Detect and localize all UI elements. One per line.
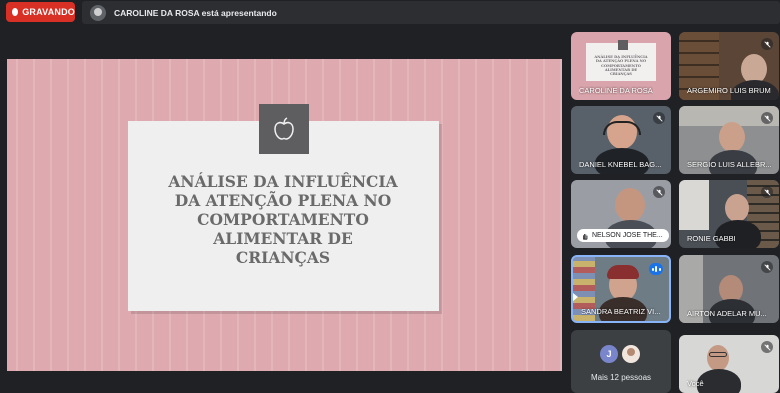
- participant-name: RONIE GABBI: [687, 234, 736, 243]
- mic-off-icon: [761, 38, 773, 50]
- slide-title-line: DA ATENÇÃO PLENA NO: [174, 191, 392, 210]
- self-view-tile[interactable]: Você: [679, 335, 779, 393]
- mic-off-icon: [653, 186, 665, 198]
- presentation-bar: CAROLINE DA ROSA está apresentando: [82, 1, 780, 24]
- participant-name: SANDRA BEATRIZ VI...: [581, 307, 661, 316]
- participant-tile[interactable]: ANÁLISE DA INFLUÊNCIA DA ATENÇÃO PLENA N…: [571, 32, 671, 100]
- participant-tile[interactable]: SERGIO LUIS ALLEBR...: [679, 106, 779, 174]
- mic-off-icon: [653, 112, 665, 124]
- slide-title-line: ALIMENTAR DE: [213, 229, 353, 248]
- participant-name: Você: [687, 379, 704, 388]
- apple-icon: [259, 104, 309, 154]
- mini-slide-title: ANÁLISE DA INFLUÊNCIA DA ATENÇÃO PLENA N…: [594, 55, 648, 77]
- mic-off-icon: [761, 112, 773, 124]
- participant-avatar: J: [600, 345, 618, 363]
- slide-title: ANÁLISE DA INFLUÊNCIA DA ATENÇÃO PLENA N…: [157, 172, 409, 267]
- slide-title-line: ANÁLISE DA INFLUÊNCIA: [168, 172, 398, 191]
- participant-tile[interactable]: ARGEMIRO LUIS BRUM: [679, 32, 779, 100]
- participant-avatar: [622, 345, 640, 363]
- participant-name: AIRTON ADELAR MU...: [687, 309, 767, 318]
- raised-hand-badge: NELSON JOSÉ THE...: [577, 229, 669, 242]
- apple-icon: [618, 40, 628, 50]
- record-dot-icon: [12, 8, 19, 16]
- mic-off-icon: [761, 186, 773, 198]
- recording-indicator[interactable]: GRAVANDO: [6, 2, 75, 22]
- slide-title-line: CRIANÇAS: [235, 248, 331, 267]
- recording-label: GRAVANDO: [22, 7, 75, 17]
- raised-hand-icon: [583, 233, 588, 240]
- user-avatar-icon: [90, 4, 106, 21]
- participant-tile[interactable]: RONIE GABBI: [679, 180, 779, 248]
- participant-name: ARGEMIRO LUIS BRUM: [687, 86, 771, 95]
- participant-name: NELSON JOSÉ THE...: [592, 232, 663, 239]
- participant-tile[interactable]: AIRTON ADELAR MU...: [679, 255, 779, 323]
- presenter-text: CAROLINE DA ROSA está apresentando: [114, 7, 277, 18]
- mic-off-icon: [761, 261, 773, 273]
- more-participants-tile[interactable]: J Mais 12 pessoas: [571, 330, 671, 393]
- participant-tile[interactable]: NELSON JOSÉ THE...: [571, 180, 671, 248]
- more-participants-label: Mais 12 pessoas: [590, 373, 652, 382]
- participant-name: CAROLINE DA ROSA: [579, 86, 653, 95]
- presentation-slide: ANÁLISE DA INFLUÊNCIA DA ATENÇÃO PLENA N…: [7, 59, 562, 371]
- participant-name: SERGIO LUIS ALLEBR...: [687, 160, 772, 169]
- participant-tile[interactable]: SANDRA BEATRIZ VI...: [571, 255, 671, 323]
- slide-title-line: COMPORTAMENTO: [197, 210, 369, 229]
- participant-name: DANIEL KNEBEL BAG...: [579, 160, 662, 169]
- participant-tile[interactable]: DANIEL KNEBEL BAG...: [571, 106, 671, 174]
- mic-off-icon: [761, 341, 773, 353]
- speaking-indicator-icon: [649, 263, 663, 275]
